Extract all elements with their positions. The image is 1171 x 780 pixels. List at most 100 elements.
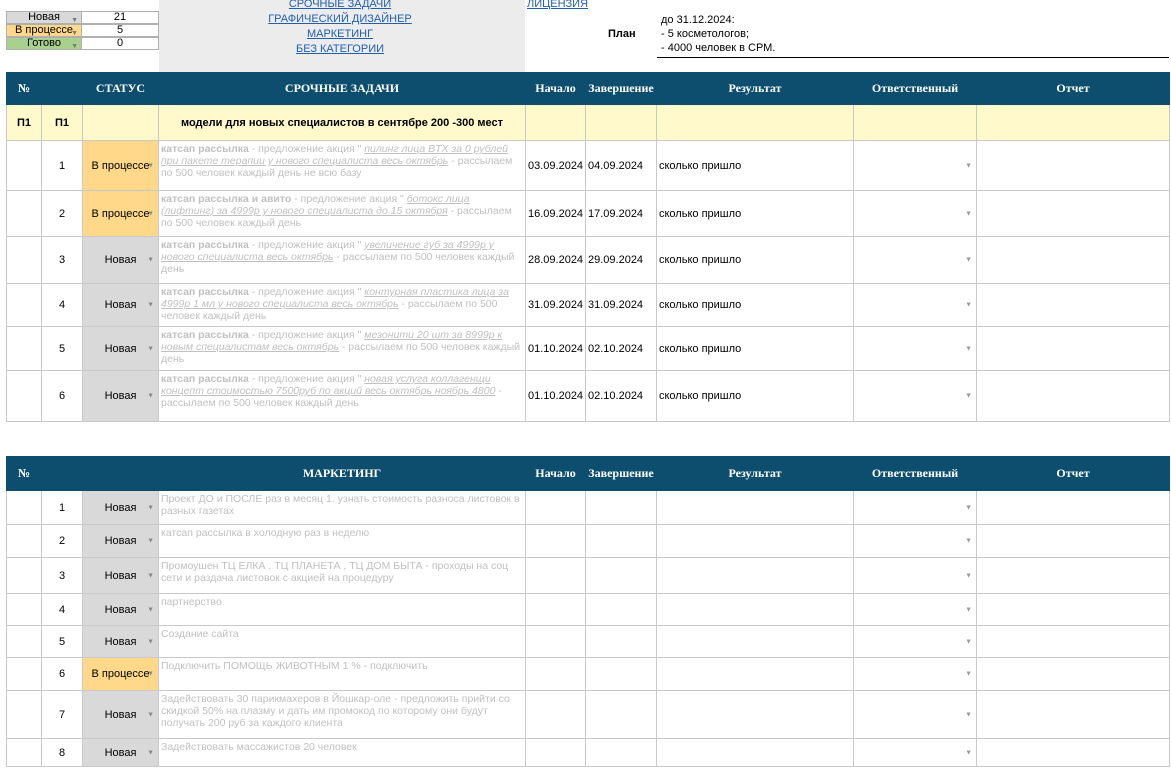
end-date[interactable]: 29.09.2024: [585, 236, 657, 284]
task-description[interactable]: катсап рассылка - предложение акция " пи…: [158, 140, 526, 191]
report-cell[interactable]: [976, 140, 1170, 191]
status-select[interactable]: Новая ▼: [82, 283, 159, 327]
status-select[interactable]: Новая ▼: [82, 236, 159, 284]
link-urgent-tasks[interactable]: СРОЧНЫЕ ЗАДАЧИ: [260, 0, 420, 10]
end-date[interactable]: 31.09.2024: [585, 283, 657, 327]
status-select[interactable]: В процессе ▼: [82, 657, 159, 691]
report-cell[interactable]: [976, 190, 1170, 237]
start-date[interactable]: [525, 657, 586, 691]
owner-select[interactable]: ▼: [853, 524, 977, 558]
start-date[interactable]: [525, 690, 586, 739]
report-cell[interactable]: [976, 557, 1170, 594]
summary-status-select[interactable]: Готово ▼: [6, 37, 82, 50]
end-date[interactable]: 02.10.2024: [585, 370, 657, 422]
end-date[interactable]: [585, 657, 657, 691]
task-description[interactable]: катсап рассылка - предложение акция " ко…: [158, 283, 526, 327]
end-date[interactable]: [585, 690, 657, 739]
status-select[interactable]: В процессе ▼: [82, 190, 159, 237]
owner-select[interactable]: ▼: [853, 236, 977, 284]
report-cell[interactable]: [976, 625, 1170, 658]
status-select[interactable]: Новая ▼: [82, 326, 159, 371]
report-cell[interactable]: [976, 657, 1170, 691]
end-date[interactable]: 17.09.2024: [585, 190, 657, 237]
status-select[interactable]: Новая ▼: [82, 524, 159, 558]
result-cell[interactable]: сколько пришло: [656, 236, 854, 284]
result-cell[interactable]: сколько пришло: [656, 190, 854, 237]
result-cell[interactable]: [656, 524, 854, 558]
task-description[interactable]: Подключить ПОМОЩЬ ЖИВОТНЫМ 1 % - подключ…: [158, 657, 526, 691]
owner-select[interactable]: ▼: [853, 283, 977, 327]
owner-select[interactable]: ▼: [853, 326, 977, 371]
status-select[interactable]: Новая ▼: [82, 625, 159, 658]
owner-select[interactable]: ▼: [853, 370, 977, 422]
summary-status-select[interactable]: В процессе ▼: [6, 24, 82, 37]
task-description[interactable]: Промоушен ТЦ ЕЛКА , ТЦ ПЛАНЕТА , ТЦ ДОМ …: [158, 557, 526, 594]
status-select[interactable]: Новая ▼: [82, 593, 159, 626]
owner-select[interactable]: ▼: [853, 690, 977, 739]
task-description[interactable]: партнерство: [158, 593, 526, 626]
report-cell[interactable]: [976, 690, 1170, 739]
start-date[interactable]: 03.09.2024: [525, 140, 586, 191]
owner-select[interactable]: ▼: [853, 738, 977, 767]
start-date[interactable]: 01.10.2024: [525, 326, 586, 371]
status-select[interactable]: Новая ▼: [82, 490, 159, 525]
report-cell[interactable]: [976, 593, 1170, 626]
result-cell[interactable]: [656, 490, 854, 525]
end-date[interactable]: 04.09.2024: [585, 140, 657, 191]
owner-select[interactable]: ▼: [853, 557, 977, 594]
task-description[interactable]: Задействовать 30 парикмахеров в Йошкар-о…: [158, 690, 526, 739]
status-select[interactable]: Новая ▼: [82, 738, 159, 767]
end-date[interactable]: [585, 557, 657, 594]
task-description[interactable]: катсап рассылка - предложение акция " но…: [158, 370, 526, 422]
start-date[interactable]: [525, 625, 586, 658]
report-cell[interactable]: [976, 490, 1170, 525]
owner-select[interactable]: ▼: [853, 140, 977, 191]
start-date[interactable]: [525, 557, 586, 594]
owner-select[interactable]: ▼: [853, 490, 977, 525]
start-date[interactable]: 31.09.2024: [525, 283, 586, 327]
task-description[interactable]: катсап рассылка в холодную раз в неделю: [158, 524, 526, 558]
owner-select[interactable]: ▼: [853, 190, 977, 237]
end-date[interactable]: [585, 593, 657, 626]
link-marketing[interactable]: МАРКЕТИНГ: [270, 28, 410, 40]
start-date[interactable]: 01.10.2024: [525, 370, 586, 422]
end-date[interactable]: [585, 524, 657, 558]
end-date[interactable]: [585, 738, 657, 767]
task-description[interactable]: катсап рассылка - предложение акция " ме…: [158, 326, 526, 371]
start-date[interactable]: [525, 524, 586, 558]
result-cell[interactable]: сколько пришло: [656, 326, 854, 371]
task-description[interactable]: Создание сайта: [158, 625, 526, 658]
status-select[interactable]: Новая ▼: [82, 370, 159, 422]
owner-select[interactable]: ▼: [853, 593, 977, 626]
report-cell[interactable]: [976, 524, 1170, 558]
start-date[interactable]: 16.09.2024: [525, 190, 586, 237]
start-date[interactable]: 28.09.2024: [525, 236, 586, 284]
owner-select[interactable]: ▼: [853, 625, 977, 658]
result-cell[interactable]: сколько пришло: [656, 140, 854, 191]
result-cell[interactable]: [656, 657, 854, 691]
result-cell[interactable]: [656, 690, 854, 739]
status-select[interactable]: Новая ▼: [82, 557, 159, 594]
report-cell[interactable]: [976, 236, 1170, 284]
task-description[interactable]: катсап рассылка - предложение акция " ув…: [158, 236, 526, 284]
task-description[interactable]: катсап рассылка и авито - предложение ак…: [158, 190, 526, 237]
task-description[interactable]: Задействовать массажистов 20 человек: [158, 738, 526, 767]
result-cell[interactable]: сколько пришло: [656, 370, 854, 422]
report-cell[interactable]: [976, 738, 1170, 767]
summary-status-select[interactable]: Новая ▼: [6, 11, 82, 24]
result-cell[interactable]: [656, 625, 854, 658]
end-date[interactable]: [585, 625, 657, 658]
start-date[interactable]: [525, 738, 586, 767]
link-graphic-designer[interactable]: ГРАФИЧЕСКИЙ ДИЗАЙНЕР: [250, 13, 430, 25]
link-license[interactable]: ЛИЦЕНЗИЯ: [527, 0, 588, 10]
status-select[interactable]: В процессе ▼: [82, 140, 159, 191]
start-date[interactable]: [525, 593, 586, 626]
status-select[interactable]: Новая ▼: [82, 690, 159, 739]
owner-select[interactable]: ▼: [853, 657, 977, 691]
report-cell[interactable]: [976, 283, 1170, 327]
result-cell[interactable]: [656, 557, 854, 594]
end-date[interactable]: [585, 490, 657, 525]
link-no-category[interactable]: БЕЗ КАТЕГОРИИ: [270, 43, 410, 55]
result-cell[interactable]: [656, 738, 854, 767]
task-description[interactable]: Проект ДО и ПОСЛЕ раз в месяц 1. узнать …: [158, 490, 526, 525]
